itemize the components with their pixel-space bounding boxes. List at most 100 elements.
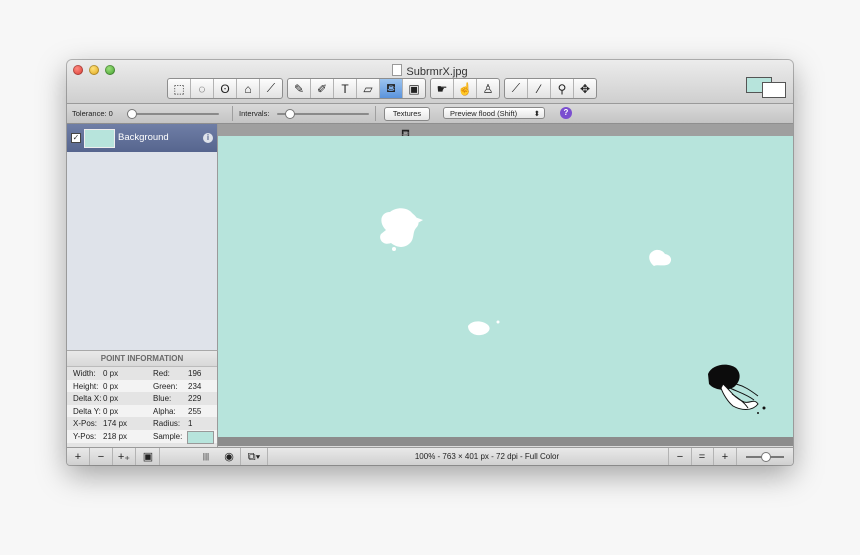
eye-icon[interactable]: ◉ [218,448,241,465]
zoom-slider-knob[interactable] [761,452,771,462]
gradient-icon: ▣ [408,81,420,96]
magic-wand-icon: ⟋ [266,81,276,95]
move-icon: ✥ [579,81,591,96]
window-title: SubrmrX.jpg [67,64,793,78]
eyedropper-icon: ⟋ [511,81,521,95]
smudge-tool-button[interactable]: ☛ [431,79,454,98]
paint-bucket-icon: ⛾ [386,80,396,95]
zoom-slider[interactable] [746,452,784,462]
color-swatches[interactable] [746,77,786,98]
polygon-lasso-icon: ⌂ [244,81,252,96]
line-tool-button[interactable]: ⁄ [528,79,551,98]
canvas-artwork [380,208,766,414]
point-info-value: 0 px [103,381,119,391]
point-info-value: 0 px [103,369,119,378]
options-divider [375,106,376,121]
title-bar: SubrmrX.jpg ⬚ ◌ ʘ ⌂ ⟋ ✎ ✐ T ▱ ⛾ ▣ ☛ ☝ ♙ ⟋ ⁄ ⚲ ✥ [67,60,793,104]
window-title-text: SubrmrX.jpg [406,66,468,78]
point-info-value: 255 [188,406,202,416]
duplicate-layer-button[interactable]: +₊ [113,448,136,465]
point-info-value: 0 px [103,394,119,404]
tool-options-bar: Tolerance: 0 Intervals: Textures Preview… [67,104,793,124]
brush-tool-button[interactable]: ✐ [311,79,334,98]
image-status-text: 100% - 763 × 401 px - 72 dpi - Full Colo… [414,452,560,461]
tool-group: ☛ ☝ ♙ [430,78,500,99]
point-info-label: Alpha: [153,406,176,416]
line-icon: ⁄ [537,81,540,96]
ellipse-select-tool-button[interactable]: ◌ [191,79,214,98]
clone-stamp-tool-button[interactable]: ♙ [477,79,499,98]
magic-wand-tool-button[interactable]: ⟋ [260,79,282,98]
canvas-area[interactable]: ⛾ [218,124,793,446]
point-info-row: Delta Y: 0 px Alpha: 255 [67,404,217,418]
lasso-icon: ʘ [220,81,230,96]
rect-select-icon: ⬚ [173,81,185,96]
point-info-row: Width: 0 px Red: 196 [67,367,217,380]
point-info-label: Blue: [153,394,172,404]
layer-row-background[interactable]: ✓ Background i [67,124,217,152]
point-info-label: Y-Pos: [73,431,97,441]
textures-button[interactable]: Textures [384,107,430,121]
zoom-out-button[interactable]: − [668,448,692,465]
point-info-value: 234 [188,381,202,391]
eraser-tool-button[interactable]: ▱ [357,79,380,98]
point-info-row: X-Pos: 174 px Radius: 1 [67,417,217,430]
tolerance-label: Tolerance: 0 [72,109,113,118]
point-info-value: 1 [188,419,193,429]
point-information-panel: POINT INFORMATION Width: 0 px Red: 196 Heigh… [67,350,218,447]
point-info-label: X-Pos: [73,419,98,429]
point-info-label: Delta Y: [73,406,101,416]
info-icon[interactable]: i [203,133,213,143]
point-info-row: Y-Pos: 218 px Sample: [67,429,217,444]
point-info-value: 196 [188,369,202,378]
help-button[interactable]: ? [560,107,572,119]
intervals-slider-knob[interactable] [285,109,295,119]
pencil-tool-button[interactable]: ✎ [288,79,311,98]
text-tool-tool-button[interactable]: T [334,79,357,98]
gradient-tool-button[interactable]: ▣ [403,79,425,98]
lasso-tool-button[interactable]: ʘ [214,79,237,98]
zoom-in-button[interactable]: + [714,448,737,465]
point-info-label: Red: [153,369,170,378]
rect-select-tool-button[interactable]: ⬚ [168,79,191,98]
tolerance-slider[interactable] [127,109,219,119]
point-info-label: Green: [153,381,178,391]
image-icon[interactable]: ▣ [137,448,160,465]
brush-icon: ✐ [316,81,328,96]
app-window: SubrmrX.jpg ⬚ ◌ ʘ ⌂ ⟋ ✎ ✐ T ▱ ⛾ ▣ ☛ ☝ ♙ ⟋ ⁄ ⚲ ✥ Tolerance… [67,60,793,465]
point-info-label: Delta X: [73,394,102,404]
polygon-lasso-tool-button[interactable]: ⌂ [237,79,260,98]
point-info-label: Radius: [153,419,181,429]
layers-panel: ✓ Background i [67,124,218,350]
remove-layer-button[interactable]: − [90,448,113,465]
tolerance-slider-knob[interactable] [127,109,137,119]
paint-bucket-tool-button[interactable]: ⛾ [380,79,403,98]
background-color-swatch[interactable] [762,82,786,98]
intervals-slider[interactable] [277,109,369,119]
pencil-icon: ✎ [293,81,305,96]
chevron-updown-icon: ⬍ [533,109,540,118]
image-canvas[interactable] [218,136,793,437]
point-info-label: Width: [73,369,96,378]
layer-name: Background [118,132,169,143]
tool-palette: ⬚ ◌ ʘ ⌂ ⟋ ✎ ✐ T ▱ ⛾ ▣ ☛ ☝ ♙ ⟋ ⁄ ⚲ ✥ [167,78,597,99]
burn-tool-button[interactable]: ☝ [454,79,477,98]
move-tool-button[interactable]: ✥ [574,79,596,98]
panel-resize-grip[interactable]: ||| [195,448,217,465]
zoom-fit-button[interactable]: = [691,448,714,465]
sample-color-swatch[interactable] [187,430,214,444]
text-tool-icon: T [341,81,349,96]
add-layer-button[interactable]: + [67,448,90,465]
zoom-tool-button[interactable]: ⚲ [551,79,574,98]
tool-group: ✎ ✐ T ▱ ⛾ ▣ [287,78,426,99]
layer-thumbnail [84,129,115,148]
layers-menu-button[interactable]: ⧉▾ [241,448,268,465]
eyedropper-tool-button[interactable]: ⟋ [505,79,528,98]
preview-flood-select[interactable]: Preview flood (Shift) ⬍ [443,107,545,119]
point-information-header: POINT INFORMATION [67,351,217,367]
smudge-icon: ☛ [436,81,448,96]
white-splash-shape [380,208,423,251]
point-info-label: Height: [73,381,99,391]
layer-visibility-checkbox[interactable]: ✓ [71,133,81,143]
white-splash-shape [649,249,672,266]
